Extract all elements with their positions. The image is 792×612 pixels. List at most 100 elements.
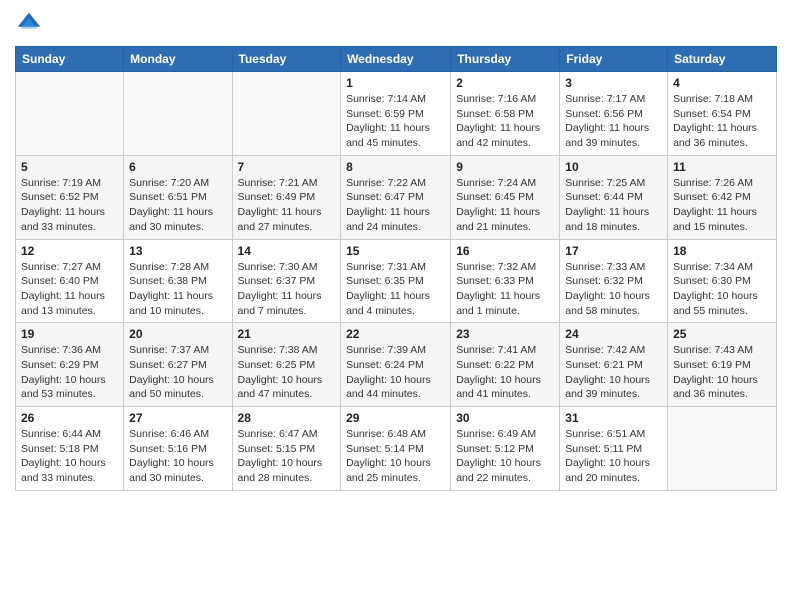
calendar-cell: 3Sunrise: 7:17 AMSunset: 6:56 PMDaylight…: [560, 72, 668, 156]
day-number: 24: [565, 327, 662, 341]
day-info: Sunrise: 7:24 AMSunset: 6:45 PMDaylight:…: [456, 176, 554, 235]
calendar-cell: 21Sunrise: 7:38 AMSunset: 6:25 PMDayligh…: [232, 323, 341, 407]
day-info: Sunrise: 7:25 AMSunset: 6:44 PMDaylight:…: [565, 176, 662, 235]
day-info: Sunrise: 6:48 AMSunset: 5:14 PMDaylight:…: [346, 427, 445, 486]
day-info: Sunrise: 6:49 AMSunset: 5:12 PMDaylight:…: [456, 427, 554, 486]
calendar-cell: 11 Sunrise: 7:26 AMSunset: 6:42 PMDayligh…: [668, 155, 777, 239]
day-number: 11: [673, 160, 771, 174]
day-number: 30: [456, 411, 554, 425]
calendar-cell: 12 Sunrise: 7:27 AMSunset: 6:40 PMDayligh…: [16, 239, 124, 323]
day-info: Sunrise: 7:17 AMSunset: 6:56 PMDaylight:…: [565, 92, 662, 151]
calendar-cell: 19 Sunrise: 7:36 AMSunset: 6:29 PMDayligh…: [16, 323, 124, 407]
day-info: Sunrise: 7:28 AMSunset: 6:38 PMDaylight:…: [129, 260, 226, 319]
calendar-cell: 14 Sunrise: 7:30 AMSunset: 6:37 PMDayligh…: [232, 239, 341, 323]
calendar-header-sunday: Sunday: [16, 47, 124, 72]
day-info: Sunrise: 7:26 AMSunset: 6:42 PMDaylight:…: [673, 176, 771, 235]
calendar-cell: [232, 72, 341, 156]
day-number: 13: [129, 244, 226, 258]
logo: [15, 10, 47, 38]
calendar-header-thursday: Thursday: [451, 47, 560, 72]
day-number: 9: [456, 160, 554, 174]
day-info: Sunrise: 7:18 AMSunset: 6:54 PMDaylight:…: [673, 92, 771, 151]
day-info: Sunrise: 6:46 AMSunset: 5:16 PMDaylight:…: [129, 427, 226, 486]
calendar-cell: 4 Sunrise: 7:18 AMSunset: 6:54 PMDaylight…: [668, 72, 777, 156]
day-number: 18: [673, 244, 771, 258]
day-info: Sunrise: 7:27 AMSunset: 6:40 PMDaylight:…: [21, 260, 118, 319]
calendar-cell: 26 Sunrise: 6:44 AMSunset: 5:18 PMDayligh…: [16, 407, 124, 491]
calendar-cell: 17Sunrise: 7:33 AMSunset: 6:32 PMDayligh…: [560, 239, 668, 323]
day-number: 6: [129, 160, 226, 174]
day-info: Sunrise: 7:16 AMSunset: 6:58 PMDaylight:…: [456, 92, 554, 151]
day-info: Sunrise: 7:31 AMSunset: 6:35 PMDaylight:…: [346, 260, 445, 319]
day-info: Sunrise: 7:30 AMSunset: 6:37 PMDaylight:…: [238, 260, 336, 319]
day-info: Sunrise: 7:34 AMSunset: 6:30 PMDaylight:…: [673, 260, 771, 319]
day-number: 26: [21, 411, 118, 425]
calendar-cell: 25 Sunrise: 7:43 AMSunset: 6:19 PMDayligh…: [668, 323, 777, 407]
calendar-cell: 31 Sunrise: 6:51 AMSunset: 5:11 PMDayligh…: [560, 407, 668, 491]
day-number: 16: [456, 244, 554, 258]
calendar-week-1: 1 Sunrise: 7:14 AMSunset: 6:59 PMDaylight…: [16, 72, 777, 156]
day-info: Sunrise: 7:21 AMSunset: 6:49 PMDaylight:…: [238, 176, 336, 235]
day-info: Sunrise: 7:42 AMSunset: 6:21 PMDaylight:…: [565, 343, 662, 402]
calendar-cell: [16, 72, 124, 156]
day-info: Sunrise: 7:19 AMSunset: 6:52 PMDaylight:…: [21, 176, 118, 235]
day-info: Sunrise: 7:14 AMSunset: 6:59 PMDaylight:…: [346, 92, 445, 151]
calendar-cell: 24 Sunrise: 7:42 AMSunset: 6:21 PMDayligh…: [560, 323, 668, 407]
day-number: 12: [21, 244, 118, 258]
calendar-cell: [668, 407, 777, 491]
day-number: 8: [346, 160, 445, 174]
calendar-header-friday: Friday: [560, 47, 668, 72]
day-number: 25: [673, 327, 771, 341]
day-info: Sunrise: 7:20 AMSunset: 6:51 PMDaylight:…: [129, 176, 226, 235]
day-number: 23: [456, 327, 554, 341]
day-info: Sunrise: 7:36 AMSunset: 6:29 PMDaylight:…: [21, 343, 118, 402]
day-info: Sunrise: 7:41 AMSunset: 6:22 PMDaylight:…: [456, 343, 554, 402]
day-info: Sunrise: 7:39 AMSunset: 6:24 PMDaylight:…: [346, 343, 445, 402]
day-info: Sunrise: 7:22 AMSunset: 6:47 PMDaylight:…: [346, 176, 445, 235]
calendar-cell: 15 Sunrise: 7:31 AMSunset: 6:35 PMDayligh…: [341, 239, 451, 323]
calendar-cell: 6 Sunrise: 7:20 AMSunset: 6:51 PMDaylight…: [124, 155, 232, 239]
calendar-header-row: SundayMondayTuesdayWednesdayThursdayFrid…: [16, 47, 777, 72]
header: [15, 10, 777, 38]
calendar-cell: 29Sunrise: 6:48 AMSunset: 5:14 PMDayligh…: [341, 407, 451, 491]
day-number: 21: [238, 327, 336, 341]
calendar-header-wednesday: Wednesday: [341, 47, 451, 72]
calendar-cell: 7Sunrise: 7:21 AMSunset: 6:49 PMDaylight…: [232, 155, 341, 239]
calendar-table: SundayMondayTuesdayWednesdayThursdayFrid…: [15, 46, 777, 491]
day-number: 28: [238, 411, 336, 425]
day-number: 20: [129, 327, 226, 341]
day-number: 4: [673, 76, 771, 90]
day-number: 31: [565, 411, 662, 425]
page: SundayMondayTuesdayWednesdayThursdayFrid…: [0, 0, 792, 612]
day-info: Sunrise: 6:47 AMSunset: 5:15 PMDaylight:…: [238, 427, 336, 486]
day-number: 15: [346, 244, 445, 258]
calendar-cell: 5 Sunrise: 7:19 AMSunset: 6:52 PMDaylight…: [16, 155, 124, 239]
calendar-cell: 30 Sunrise: 6:49 AMSunset: 5:12 PMDayligh…: [451, 407, 560, 491]
day-number: 1: [346, 76, 445, 90]
calendar-week-3: 12 Sunrise: 7:27 AMSunset: 6:40 PMDayligh…: [16, 239, 777, 323]
day-number: 27: [129, 411, 226, 425]
day-number: 5: [21, 160, 118, 174]
calendar-cell: 16Sunrise: 7:32 AMSunset: 6:33 PMDayligh…: [451, 239, 560, 323]
calendar-cell: 28 Sunrise: 6:47 AMSunset: 5:15 PMDayligh…: [232, 407, 341, 491]
calendar-cell: 1 Sunrise: 7:14 AMSunset: 6:59 PMDaylight…: [341, 72, 451, 156]
calendar-header-saturday: Saturday: [668, 47, 777, 72]
day-info: Sunrise: 6:51 AMSunset: 5:11 PMDaylight:…: [565, 427, 662, 486]
day-number: 22: [346, 327, 445, 341]
day-number: 14: [238, 244, 336, 258]
calendar-cell: [124, 72, 232, 156]
calendar-cell: 18 Sunrise: 7:34 AMSunset: 6:30 PMDayligh…: [668, 239, 777, 323]
day-number: 19: [21, 327, 118, 341]
calendar-cell: 2Sunrise: 7:16 AMSunset: 6:58 PMDaylight…: [451, 72, 560, 156]
calendar-cell: 13 Sunrise: 7:28 AMSunset: 6:38 PMDayligh…: [124, 239, 232, 323]
calendar-header-tuesday: Tuesday: [232, 47, 341, 72]
day-info: Sunrise: 7:43 AMSunset: 6:19 PMDaylight:…: [673, 343, 771, 402]
calendar-week-4: 19 Sunrise: 7:36 AMSunset: 6:29 PMDayligh…: [16, 323, 777, 407]
calendar-cell: 23 Sunrise: 7:41 AMSunset: 6:22 PMDayligh…: [451, 323, 560, 407]
calendar-cell: 20 Sunrise: 7:37 AMSunset: 6:27 PMDayligh…: [124, 323, 232, 407]
calendar-week-5: 26 Sunrise: 6:44 AMSunset: 5:18 PMDayligh…: [16, 407, 777, 491]
day-number: 10: [565, 160, 662, 174]
day-info: Sunrise: 7:37 AMSunset: 6:27 PMDaylight:…: [129, 343, 226, 402]
day-info: Sunrise: 6:44 AMSunset: 5:18 PMDaylight:…: [21, 427, 118, 486]
calendar-cell: 22 Sunrise: 7:39 AMSunset: 6:24 PMDayligh…: [341, 323, 451, 407]
